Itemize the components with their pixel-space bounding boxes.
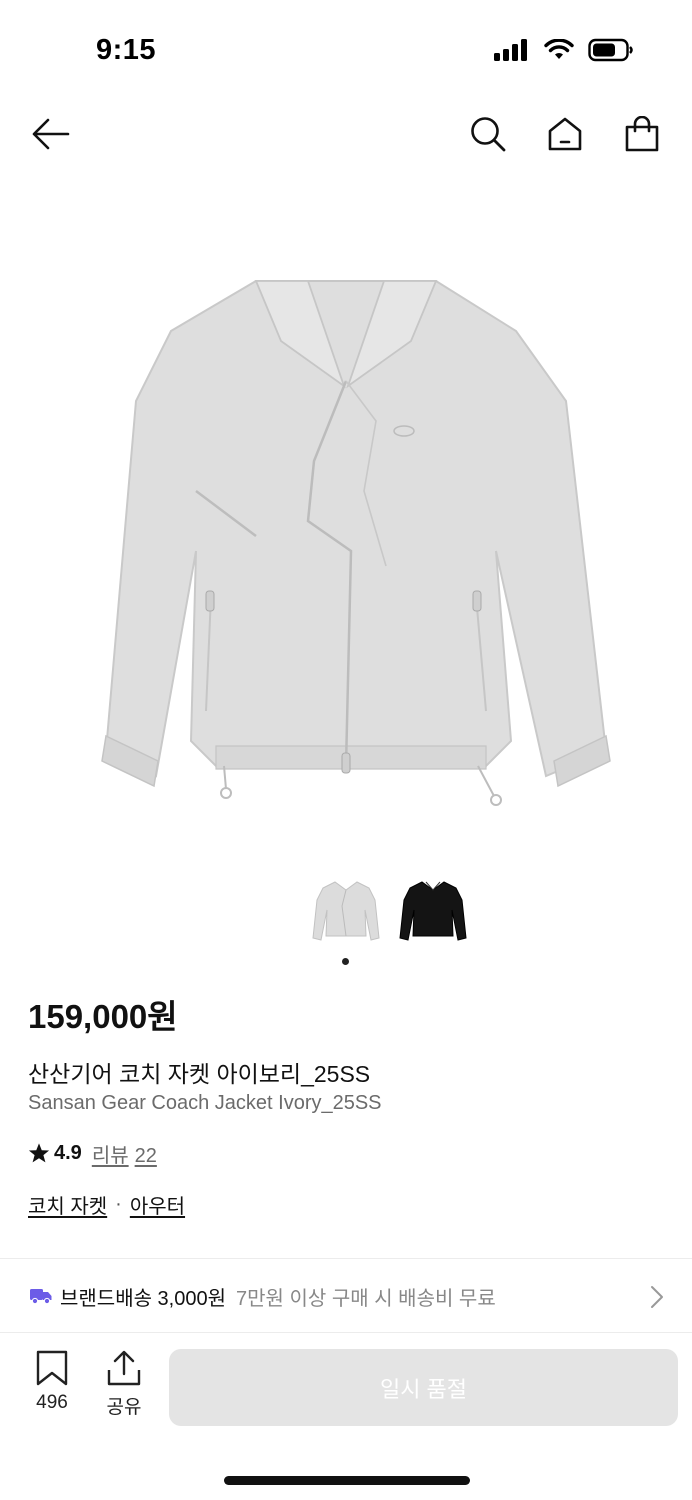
carousel-indicator	[342, 958, 349, 965]
thumbnail-strip	[0, 876, 692, 948]
status-time: 9:15	[96, 34, 157, 66]
home-indicator	[224, 1476, 470, 1485]
category-breadcrumb: 코치 자켓 · 아우터	[28, 1190, 185, 1219]
category-separator: ·	[115, 1193, 122, 1215]
star-icon	[28, 1143, 50, 1163]
jacket-illustration	[101, 280, 611, 806]
divider	[0, 1332, 692, 1333]
thumbnail-ivory[interactable]	[309, 876, 383, 948]
jacket-thumbnail-black	[399, 881, 467, 941]
truck-icon	[30, 1289, 52, 1304]
free-shipping-note: 7만원 이상 구매 시 배송비 무료	[236, 1287, 496, 1310]
wifi-icon	[544, 39, 574, 59]
thumbnail-black[interactable]	[396, 876, 470, 948]
battery-icon	[588, 38, 633, 62]
home-button[interactable]	[541, 110, 589, 158]
sold-out-button[interactable]: 일시 품절	[169, 1349, 678, 1426]
search-icon	[471, 117, 506, 152]
product-name-korean: 산산기어 코치 자켓 아이보리_25SS	[28, 1061, 371, 1087]
shopping-bag-button[interactable]	[618, 110, 666, 158]
rating-value: 4.9	[54, 1141, 82, 1164]
category-link-outer[interactable]: 아우터	[130, 1190, 185, 1219]
status-bar: 9:15	[0, 0, 692, 100]
share-button[interactable]: 공유	[94, 1350, 154, 1419]
top-nav	[0, 100, 692, 170]
bookmark-icon	[36, 1350, 68, 1386]
home-icon	[548, 117, 582, 151]
rating-row: 4.9 리뷰 22	[28, 1138, 157, 1168]
product-image[interactable]	[0, 196, 692, 846]
bookmark-button[interactable]: 496	[22, 1350, 82, 1414]
back-arrow-icon	[32, 118, 70, 150]
review-label: 리뷰	[91, 1144, 129, 1167]
cellular-signal-icon	[494, 39, 527, 61]
shipping-info-row[interactable]: 브랜드배송 3,000원 7만원 이상 구매 시 배송비 무료	[0, 1266, 692, 1326]
shipping-fee: 브랜드배송 3,000원	[60, 1287, 227, 1310]
search-button[interactable]	[464, 110, 512, 158]
bottom-action-bar: 496 공유 일시 품절	[0, 1340, 692, 1440]
chevron-right-icon	[651, 1286, 663, 1308]
back-button[interactable]	[26, 110, 74, 158]
product-name-english: Sansan Gear Coach Jacket Ivory_25SS	[28, 1092, 382, 1114]
shopping-bag-icon	[625, 116, 659, 152]
divider	[0, 1258, 692, 1259]
status-icons	[494, 38, 634, 62]
share-label: 공유	[106, 1397, 142, 1418]
category-link-coach-jacket[interactable]: 코치 자켓	[28, 1190, 107, 1219]
review-link[interactable]: 리뷰 22	[92, 1139, 157, 1168]
jacket-thumbnail-ivory	[312, 881, 380, 941]
share-icon	[107, 1350, 141, 1386]
bookmark-count: 496	[36, 1392, 68, 1413]
review-count: 22	[134, 1144, 157, 1167]
product-price: 159,000원	[28, 998, 178, 1035]
